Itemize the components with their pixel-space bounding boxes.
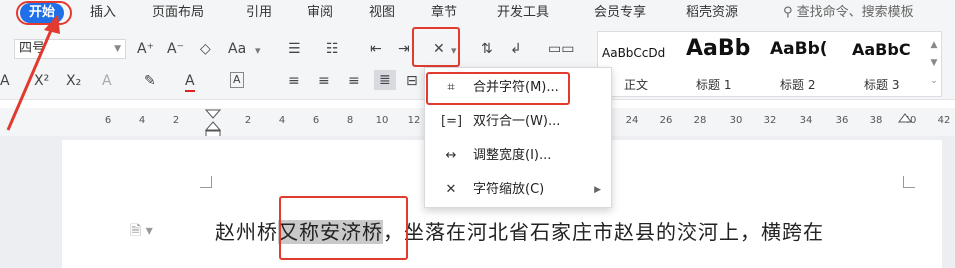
ruler-tick: 12 [407, 115, 421, 126]
decrease-indent-button[interactable]: ⇤ [370, 40, 382, 58]
tab-references[interactable]: 引用 [246, 3, 272, 23]
align-center-button[interactable]: ≡ [318, 72, 330, 90]
adjust-width-icon: ↔ [445, 148, 457, 163]
tab-page-layout[interactable]: 页面布局 [152, 3, 204, 23]
menu-bar: 开始 插入 页面布局 引用 审阅 视图 章节 开发工具 会员专享 稻壳资源 ⚲ … [0, 0, 955, 26]
styles-scroll-arrows[interactable]: ▲ ▼ ⌄ [929, 36, 939, 92]
ruler-tick: 2 [172, 115, 180, 126]
style-sample: AaBbC [852, 40, 911, 59]
menu-item-label: 调整宽度(I)... [473, 148, 552, 163]
sort-button[interactable]: ⇅ [481, 40, 493, 58]
chevron-down-icon: ▼ [114, 44, 121, 54]
distributed-button[interactable]: ⊟ [406, 72, 418, 90]
ruler-tick: 24 [625, 115, 639, 126]
tab-chapter[interactable]: 章节 [431, 3, 457, 23]
annotation-box-combine-chars [426, 72, 570, 105]
ruler-tick: 42 [937, 115, 951, 126]
tab-member[interactable]: 会员专享 [594, 3, 646, 23]
menu-item-label: 字符缩放(C) [473, 182, 545, 197]
ruler-tick: 28 [693, 115, 707, 126]
ruler-tick: 26 [659, 115, 673, 126]
text-after-selection: ，坐落在河北省石家庄市赵县的洨河上，横跨在 [383, 220, 824, 244]
style-label: 标题 1 [696, 78, 732, 92]
style-sample: AaBbCcDd [602, 46, 666, 60]
ruler-tick: 34 [799, 115, 813, 126]
menu-item-two-lines-in-one[interactable]: [=] 双行合一(W)... [425, 108, 611, 136]
tab-review[interactable]: 审阅 [307, 3, 333, 23]
ruler-tick: 30 [729, 115, 743, 126]
text-before-selection: 赵州桥 [215, 220, 278, 244]
align-right-button[interactable]: ≡ [348, 72, 360, 90]
search-icon: ⚲ [783, 5, 793, 20]
ruler-tick: 8 [346, 115, 354, 126]
style-heading-3[interactable]: AaBbC 标题 3 [848, 32, 928, 96]
highlight-button[interactable]: ✎ [144, 72, 156, 90]
clear-format-button[interactable]: ◇ [200, 40, 211, 58]
show-hide-button[interactable]: ▭▭ [548, 40, 574, 58]
tab-docer[interactable]: 稻壳资源 [686, 3, 738, 23]
bullet-list-button[interactable]: ☰ [288, 40, 301, 58]
number-list-button[interactable]: ☷ [326, 40, 339, 58]
command-search[interactable]: ⚲ 查找命令、搜索模板 [783, 3, 914, 23]
menu-item-label: 双行合一(W)... [473, 114, 561, 129]
ruler-tick: 10 [375, 115, 389, 126]
ruler-tick: 32 [763, 115, 777, 126]
ruler-tick: 2 [244, 115, 252, 126]
annotation-box-char-scale [412, 27, 460, 67]
paragraph-mark-button[interactable]: ↲ [510, 40, 522, 58]
styles-gallery: AaBbCcDd 正文 AaBb 标题 1 AaBb( 标题 2 AaBbC 标… [597, 31, 942, 97]
font-color-button[interactable]: A [185, 72, 195, 92]
font-shrink-button[interactable]: A⁻ [167, 40, 184, 58]
paragraph-handle-icon[interactable]: 🗎 ▾ [130, 220, 153, 244]
ruler-tick: 6 [312, 115, 320, 126]
change-case-button[interactable]: Aa [228, 40, 246, 58]
style-label: 标题 3 [864, 78, 900, 92]
ruler-tick: 38 [869, 115, 883, 126]
chevron-right-icon: ▶ [594, 185, 601, 195]
style-heading-2[interactable]: AaBb( 标题 2 [766, 32, 848, 96]
ruler-tick: 4 [138, 115, 146, 126]
page-corner-mark [903, 176, 915, 188]
page-corner-mark [200, 176, 212, 188]
char-scale-icon: ✕ [445, 182, 457, 197]
style-sample: AaBb [686, 36, 751, 61]
ruler-tick: 4 [278, 115, 286, 126]
style-sample: AaBb( [770, 39, 828, 59]
justify-button[interactable]: ≣ [374, 70, 396, 90]
annotation-arrow-icon [6, 14, 60, 131]
style-heading-1[interactable]: AaBb 标题 1 [682, 32, 768, 96]
ruler-tick: 6 [104, 115, 112, 126]
menu-item-char-scale[interactable]: ✕ 字符缩放(C) ▶ [425, 176, 611, 204]
search-placeholder: 查找命令、搜索模板 [796, 5, 914, 20]
style-label: 正文 [624, 78, 649, 92]
two-lines-in-one-icon: [=] [441, 114, 463, 129]
right-indent-marker-icon[interactable] [898, 112, 912, 132]
char-border-button[interactable]: A [230, 72, 244, 88]
style-label: 标题 2 [780, 78, 816, 92]
tab-developer[interactable]: 开发工具 [497, 3, 549, 23]
chevron-down-icon: ▾ [255, 44, 261, 57]
tab-insert[interactable]: 插入 [90, 3, 116, 23]
tab-view[interactable]: 视图 [369, 3, 395, 23]
annotation-box-selection [279, 196, 408, 260]
menu-item-adjust-width[interactable]: ↔ 调整宽度(I)... [425, 142, 611, 170]
ruler-tick: 36 [835, 115, 849, 126]
increase-indent-button[interactable]: ⇥ [398, 40, 410, 58]
text-effect-button[interactable]: A [102, 72, 112, 90]
font-grow-button[interactable]: A⁺ [137, 40, 154, 58]
align-left-button[interactable]: ≡ [288, 72, 300, 90]
